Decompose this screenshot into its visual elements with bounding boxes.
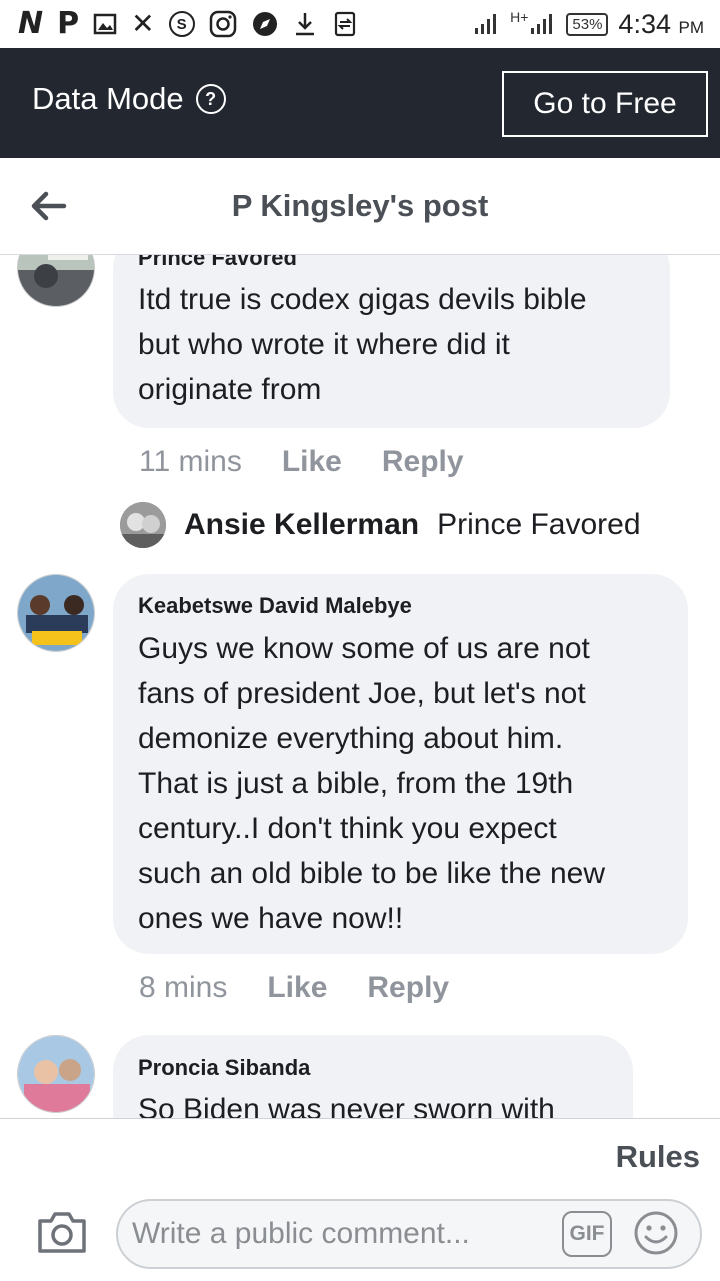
comment-author[interactable]: Keabetswe David Malebye [138,593,412,619]
comment-line: That is just a bible, from the 19th [138,767,574,800]
comment-author[interactable]: Prince Favored [138,255,297,271]
reply-preview[interactable]: Ansie Kellerman Prince Favored [120,502,641,548]
status-bar: N P ✕ S H+ 53% 4:34 PM [0,0,720,48]
comment-placeholder: Write a public comment... [132,1217,470,1250]
clock-time: 4:34 [618,8,671,39]
avatar[interactable] [17,1035,95,1113]
comment-line: but who wrote it where did it [138,328,510,361]
clock: 4:34 PM [618,9,704,40]
comment-composer: Rules Write a public comment... GIF [0,1118,720,1281]
comment-bubble[interactable]: Proncia Sibanda So Biden was never sworn… [113,1035,633,1118]
emoji-icon[interactable] [632,1209,680,1257]
go-to-free-button[interactable]: Go to Free [502,71,708,137]
post-header: P Kingsley's post [0,158,720,255]
comment-line: such an old bible to be like the new [138,857,605,890]
reply-button[interactable]: Reply [382,445,464,479]
comment-time: 11 mins [139,445,242,478]
comment-line: demonize everything about him. [138,722,564,755]
avatar[interactable] [17,574,95,652]
comments-feed[interactable]: Prince Favored Itd true is codex gigas d… [0,255,720,1118]
rules-link[interactable]: Rules [616,1139,700,1175]
sync-icon [334,11,355,37]
signal-icon-2 [531,14,553,34]
comment-meta: 8 mins Like Reply [139,971,449,1005]
camera-icon[interactable] [36,1209,88,1255]
comment-input[interactable]: Write a public comment... GIF [116,1199,702,1269]
n-app-icon: N [18,6,44,41]
comment-line: So Biden was never sworn with [138,1093,555,1118]
x-icon: ✕ [131,7,155,40]
signal-icon [475,14,497,34]
comment-bubble[interactable]: Prince Favored Itd true is codex gigas d… [113,255,670,428]
avatar[interactable] [17,255,95,307]
like-button[interactable]: Like [282,445,342,479]
s-coin-icon: S [168,11,195,37]
p-app-icon: P [57,6,80,41]
reply-button[interactable]: Reply [367,971,449,1005]
reply-mention: Prince Favored [437,508,641,541]
comment-bubble[interactable]: Keabetswe David Malebye Guys we know som… [113,574,688,954]
page-title: P Kingsley's post [231,188,489,223]
comment-text: Guys we know some of us are not fans of … [138,626,605,941]
help-icon[interactable]: ? [195,84,226,114]
image-icon [93,13,117,35]
download-icon [295,13,314,36]
comment-text: Itd true is codex gigas devils bible but… [138,277,587,412]
comment-meta: 11 mins Like Reply [139,445,464,479]
instagram-icon [209,10,236,38]
system-status: H+ 53% 4:34 PM [474,6,704,42]
comment-time: 8 mins [139,971,228,1004]
data-mode-label[interactable]: Data Mode ? [32,81,226,117]
reply-avatar[interactable] [120,502,166,548]
like-button[interactable]: Like [267,971,327,1005]
compass-icon [252,12,277,36]
data-mode-text: Data Mode [32,81,184,116]
reply-author[interactable]: Ansie Kellerman [184,508,419,542]
clock-ampm: PM [678,17,705,37]
comment-line: fans of president Joe, but let's not [138,677,586,710]
comment-line: century..I don't think you expect [138,812,557,845]
comment-line: Guys we know some of us are not [138,632,590,665]
comment-line: Itd true is codex gigas devils bible [138,283,587,316]
gif-icon[interactable]: GIF [562,1211,612,1257]
battery-indicator: 53% [566,12,609,36]
comment-line: originate from [138,373,322,406]
comment-author[interactable]: Proncia Sibanda [138,1055,310,1081]
data-mode-bar: Data Mode ? Go to Free [0,48,720,158]
comment-line: ones we have now!! [138,902,404,935]
notification-icons: N P ✕ S [18,6,359,42]
comment-text: So Biden was never sworn with [138,1087,555,1118]
network-type: H+ [510,9,529,25]
